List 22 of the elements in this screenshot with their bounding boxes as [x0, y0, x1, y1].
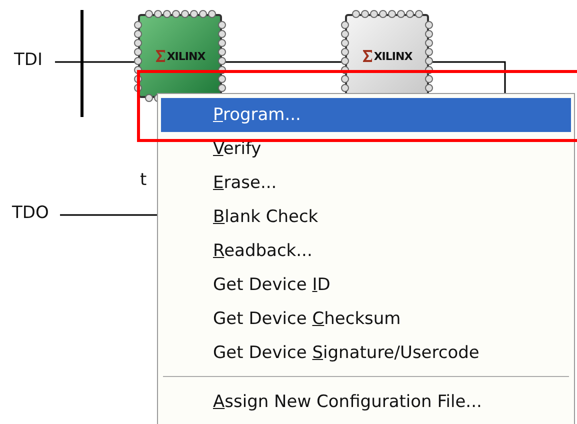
- chip-logo: XILINX: [166, 50, 206, 62]
- menu-item[interactable]: Readback...: [161, 234, 571, 268]
- device-label: t: [140, 172, 147, 189]
- menu-item[interactable]: Get Device Signature/Usercode: [161, 336, 571, 370]
- chip-pins: [218, 20, 226, 92]
- chip-pins: [134, 20, 142, 92]
- menu-item[interactable]: Erase...: [161, 166, 571, 200]
- chip-pins: [351, 10, 423, 18]
- menu-item[interactable]: Get Device ID: [161, 268, 571, 302]
- menu-item[interactable]: Assign New Configuration File...: [161, 385, 571, 419]
- menu-item[interactable]: Program...: [161, 98, 571, 132]
- chip-pins: [425, 20, 433, 92]
- menu-item[interactable]: Blank Check: [161, 200, 571, 234]
- chip-pins: [341, 20, 349, 92]
- chip-logo: XILINX: [374, 50, 412, 62]
- chip-pins: [144, 10, 216, 18]
- menu-item[interactable]: Get Device Checksum: [161, 302, 571, 336]
- sigma-icon: [362, 50, 373, 62]
- menu-item[interactable]: Verify: [161, 132, 571, 166]
- tdo-label: TDO: [12, 205, 49, 222]
- tdi-label: TDI: [14, 52, 42, 69]
- sigma-icon: [154, 50, 166, 62]
